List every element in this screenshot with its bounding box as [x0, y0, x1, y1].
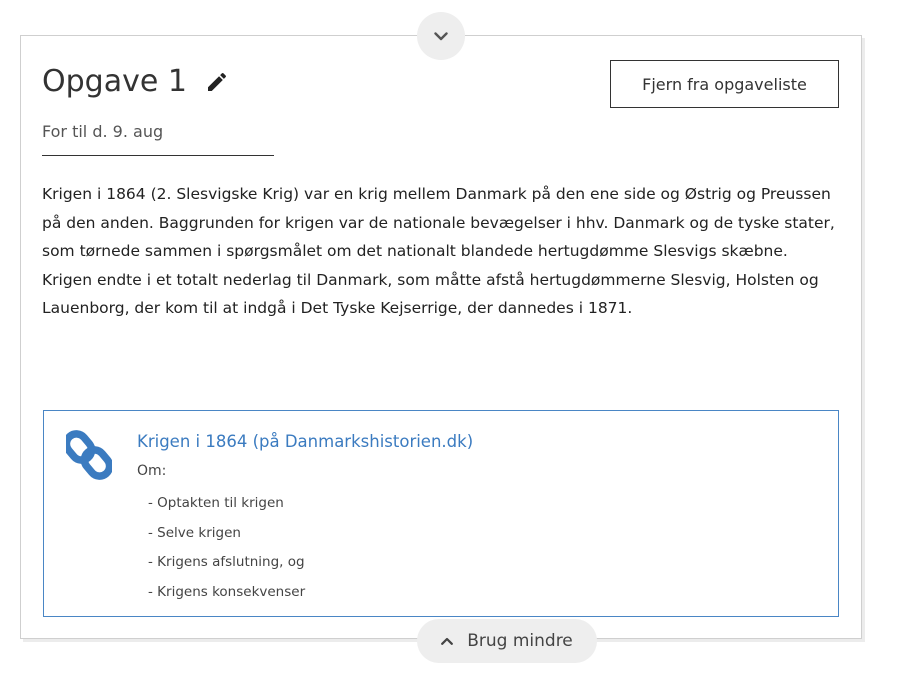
resource-link-card: Krigen i 1864 (på Danmarkshistorien.dk) …	[43, 410, 839, 617]
chevron-down-icon	[434, 31, 448, 40]
remove-from-tasklist-button[interactable]: Fjern fra opgaveliste	[610, 60, 839, 108]
list-item: - Krigens konsekvenser	[148, 583, 306, 600]
list-item: - Optakten til krigen	[148, 495, 284, 511]
task-title: Opgave 1	[42, 64, 187, 99]
collapse-label: Brug mindre	[467, 631, 573, 651]
due-divider	[42, 155, 274, 156]
list-item: - Krigens afslutning, og	[148, 554, 305, 570]
due-date: For til d. 9. aug	[42, 122, 164, 141]
title-row: Opgave 1	[42, 67, 229, 97]
pencil-icon[interactable]	[205, 70, 229, 94]
resource-link[interactable]: Krigen i 1864 (på Danmarkshistorien.dk)	[137, 432, 473, 451]
expand-toggle-button[interactable]	[417, 12, 465, 60]
resource-topic-list: - Optakten til krigen - Selve krigen - K…	[148, 489, 305, 607]
collapse-button[interactable]: Brug mindre	[417, 619, 597, 663]
list-item: - Selve krigen	[148, 524, 241, 541]
link-icon	[66, 430, 112, 480]
resource-subtitle: Om:	[137, 463, 167, 479]
chevron-up-icon	[441, 637, 454, 645]
task-description: Krigen i 1864 (2. Slesvigske Krig) var e…	[42, 185, 835, 317]
